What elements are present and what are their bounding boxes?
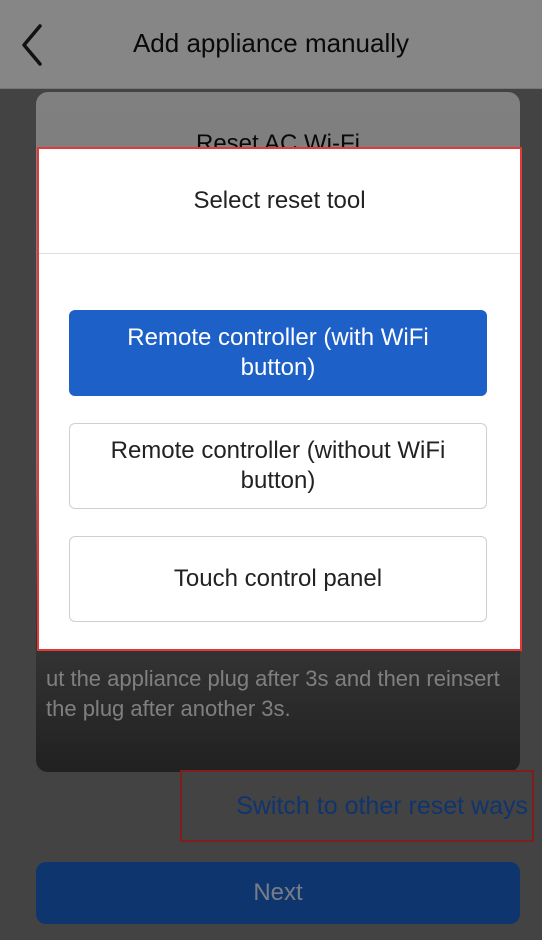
option-label: Remote controller (with WiFi button) [127, 324, 429, 381]
option-remote-without-wifi[interactable]: Remote controller (without WiFi button) [69, 423, 487, 509]
option-touch-control-panel[interactable]: Touch control panel [69, 536, 487, 622]
dialog-title: Select reset tool [39, 149, 520, 254]
option-label: Remote controller (without WiFi button) [110, 437, 446, 494]
option-remote-with-wifi[interactable]: Remote controller (with WiFi button) [69, 310, 487, 396]
select-reset-tool-dialog: Select reset tool Remote controller (wit… [37, 147, 522, 651]
option-label: Touch control panel [173, 565, 383, 592]
